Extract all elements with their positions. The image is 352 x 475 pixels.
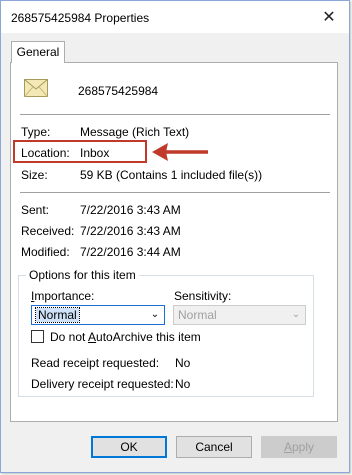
- autoarchive-checkbox[interactable]: [31, 330, 44, 343]
- envelope-icon: [24, 79, 48, 97]
- options-group-title: Options for this item: [26, 268, 139, 282]
- sensitivity-label: Sensitivity:: [174, 289, 232, 303]
- autoarchive-label[interactable]: Do not AutoArchive this item: [50, 330, 201, 344]
- importance-dropdown[interactable]: Normal ⌄: [31, 305, 165, 325]
- annotation-arrow-icon: [152, 143, 208, 161]
- chevron-down-icon: ⌄: [150, 309, 160, 320]
- chevron-down-icon: ⌄: [291, 309, 301, 320]
- type-label: Type:: [21, 125, 51, 139]
- separator: [20, 192, 330, 193]
- delivery-receipt-label: Delivery receipt requested:: [31, 377, 174, 391]
- modified-value: 7/22/2016 3:44 AM: [80, 245, 181, 259]
- size-value: 59 KB (Contains 1 included file(s)): [80, 168, 263, 182]
- window-title: 268575425984 Properties: [11, 11, 150, 25]
- importance-label: Importance:: [31, 289, 95, 303]
- sent-label: Sent:: [21, 203, 50, 217]
- separator: [20, 114, 330, 115]
- read-receipt-value: No: [175, 356, 191, 370]
- sensitivity-selected-value: Normal: [178, 308, 217, 322]
- sensitivity-dropdown[interactable]: Normal ⌄: [173, 305, 306, 325]
- tab-general[interactable]: General: [11, 41, 65, 63]
- close-icon[interactable]: ✕: [315, 5, 343, 29]
- modified-label: Modified:: [21, 245, 70, 259]
- cancel-button[interactable]: Cancel: [176, 436, 252, 458]
- type-value: Message (Rich Text): [80, 125, 190, 139]
- item-name: 268575425984: [78, 84, 159, 98]
- size-label: Size:: [21, 168, 48, 182]
- location-highlight-box: [13, 140, 147, 163]
- sent-value: 7/22/2016 3:43 AM: [80, 203, 181, 217]
- received-value: 7/22/2016 3:43 AM: [80, 224, 181, 238]
- received-label: Received:: [21, 224, 75, 238]
- read-receipt-label: Read receipt requested:: [31, 356, 160, 370]
- importance-selected-value: Normal: [35, 307, 80, 323]
- delivery-receipt-value: No: [175, 377, 191, 391]
- title-bar: 268575425984 Properties ✕: [1, 1, 349, 33]
- apply-button[interactable]: Apply: [261, 436, 337, 458]
- ok-button[interactable]: OK: [91, 436, 167, 458]
